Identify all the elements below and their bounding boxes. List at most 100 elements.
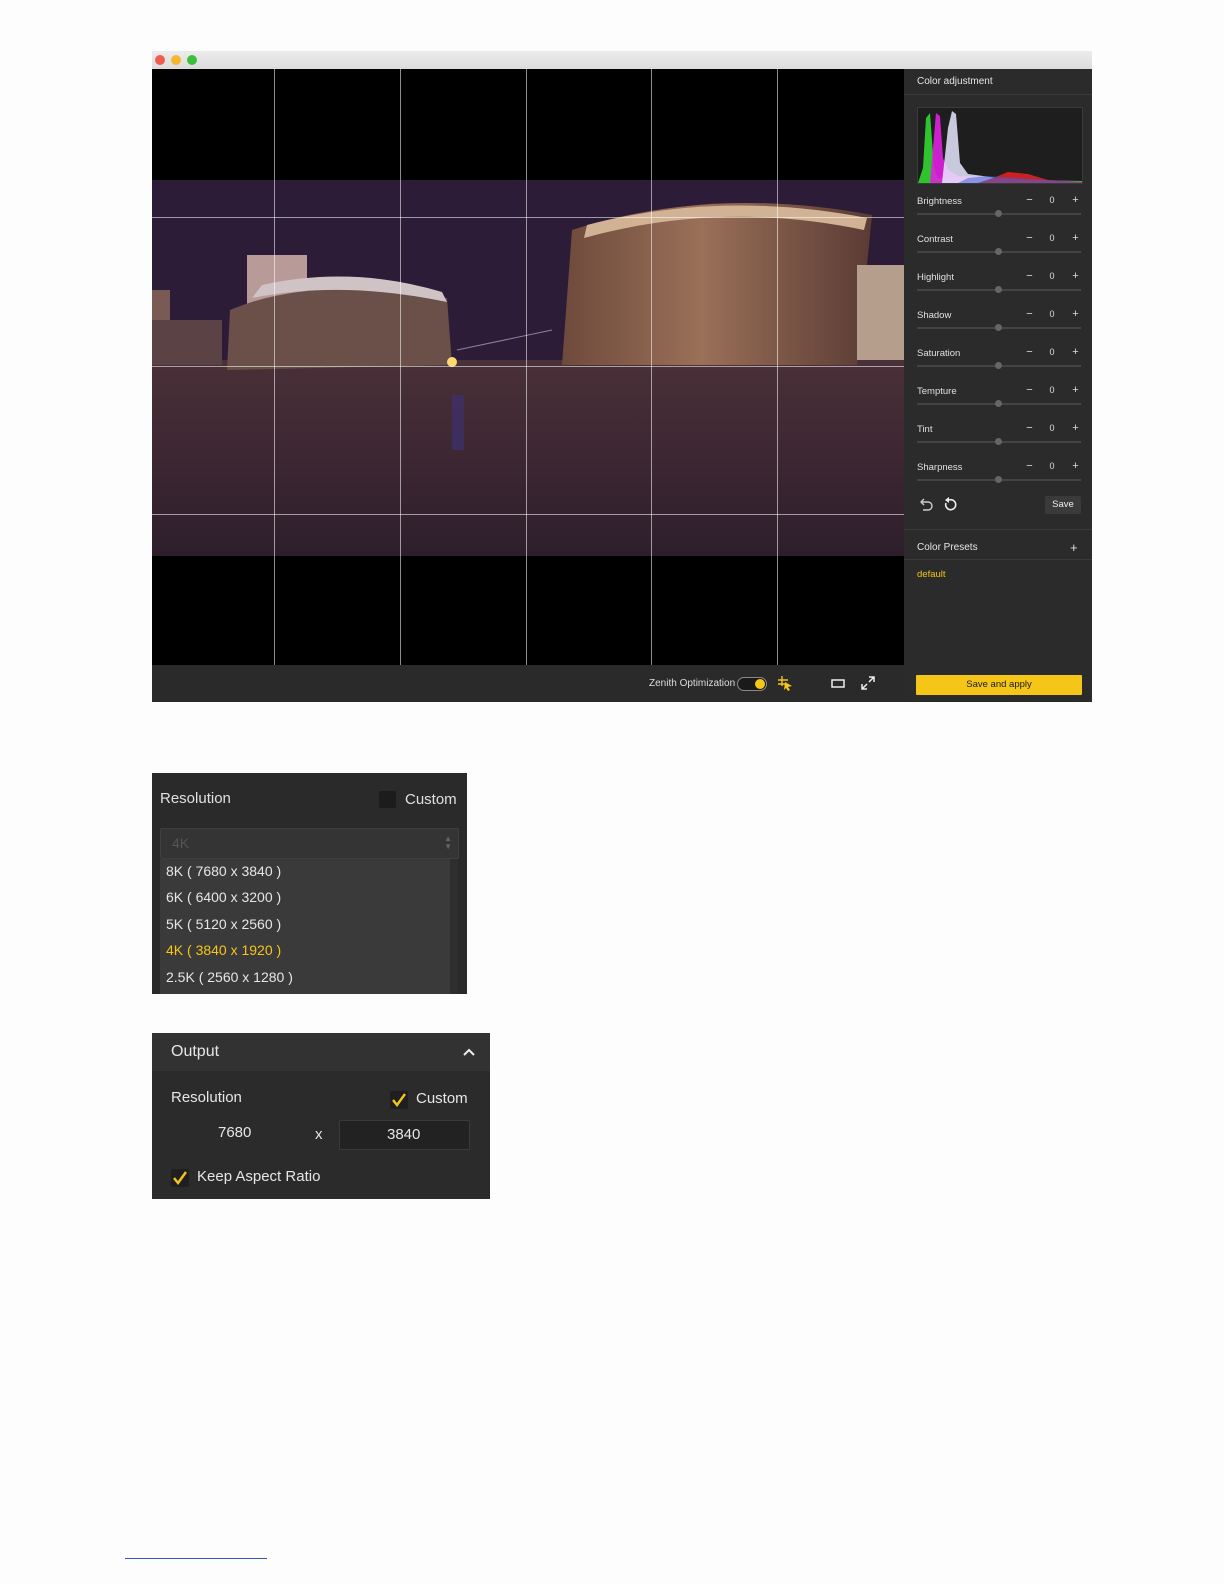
app-window: Zenith Optimization Color adjustment Bri… bbox=[152, 51, 1092, 702]
minus-icon[interactable]: − bbox=[1024, 423, 1035, 434]
zenith-optimization-label: Zenith Optimization bbox=[649, 678, 736, 689]
grid-line bbox=[274, 69, 275, 665]
crosshair-select-icon[interactable] bbox=[775, 673, 795, 693]
adjustment-value[interactable]: 0 bbox=[1042, 423, 1062, 435]
output-height-value: 3840 bbox=[387, 1126, 421, 1143]
adjustment-value[interactable]: 0 bbox=[1042, 195, 1062, 207]
toggle-knob bbox=[755, 679, 765, 689]
adjustment-value[interactable]: 0 bbox=[1042, 347, 1062, 359]
checkmark-icon bbox=[173, 1171, 187, 1185]
plus-icon[interactable]: + bbox=[1070, 271, 1081, 282]
slider-knob[interactable] bbox=[995, 248, 1002, 255]
adjustment-label: Contrast bbox=[917, 234, 953, 245]
output-custom-label: Custom bbox=[416, 1090, 468, 1107]
close-window-button[interactable] bbox=[155, 55, 165, 65]
custom-checkbox[interactable] bbox=[379, 791, 396, 808]
select-value: 4K bbox=[172, 835, 190, 851]
plus-icon[interactable]: + bbox=[1070, 309, 1081, 320]
adjustment-tint: Tint − 0 + bbox=[904, 423, 1092, 462]
output-header[interactable]: Output bbox=[152, 1033, 490, 1071]
zenith-optimization-toggle[interactable] bbox=[737, 677, 767, 691]
dropdown-option[interactable]: 8K ( 7680 x 3840 ) bbox=[166, 863, 281, 879]
resolution-label: Resolution bbox=[160, 790, 231, 807]
checkmark-icon bbox=[392, 1093, 406, 1107]
title-bar bbox=[152, 51, 1092, 69]
save-button[interactable]: Save bbox=[1045, 496, 1081, 514]
output-panel: Output Resolution Custom 7680 x 3840 Kee… bbox=[152, 1033, 490, 1199]
minus-icon[interactable]: − bbox=[1024, 309, 1035, 320]
custom-checkbox-checked[interactable] bbox=[390, 1091, 408, 1109]
save-and-apply-button[interactable]: Save and apply bbox=[916, 675, 1082, 695]
adjustment-label: Tint bbox=[917, 424, 933, 435]
minus-icon[interactable]: − bbox=[1024, 385, 1035, 396]
divider bbox=[904, 559, 1092, 560]
fullscreen-icon[interactable] bbox=[858, 673, 878, 693]
preset-item-default[interactable]: default bbox=[917, 569, 946, 580]
minus-icon[interactable]: − bbox=[1024, 461, 1035, 472]
adjustment-tempture: Tempture − 0 + bbox=[904, 385, 1092, 424]
slider-knob[interactable] bbox=[995, 476, 1002, 483]
plus-icon[interactable]: + bbox=[1070, 233, 1081, 244]
slider-knob[interactable] bbox=[995, 438, 1002, 445]
plus-icon[interactable]: + bbox=[1070, 385, 1081, 396]
panorama-viewer[interactable] bbox=[152, 69, 904, 665]
panorama-scene bbox=[152, 180, 904, 556]
minus-icon[interactable]: − bbox=[1024, 271, 1035, 282]
keep-aspect-ratio-label: Keep Aspect Ratio bbox=[197, 1168, 321, 1185]
dropdown-scrollbar[interactable] bbox=[450, 859, 458, 994]
slider-knob[interactable] bbox=[995, 324, 1002, 331]
output-height-input[interactable]: 3840 bbox=[339, 1120, 470, 1150]
adjustment-sharpness: Sharpness − 0 + bbox=[904, 461, 1092, 500]
footnote-rule bbox=[125, 1558, 267, 1559]
dropdown-option-selected[interactable]: 4K ( 3840 x 1920 ) bbox=[166, 942, 281, 958]
viewer-toolbar: Zenith Optimization bbox=[152, 665, 904, 702]
dropdown-option[interactable]: 5K ( 5120 x 2560 ) bbox=[166, 916, 281, 932]
add-preset-icon[interactable]: + bbox=[1070, 540, 1078, 555]
dropdown-option[interactable]: 2.5K ( 2560 x 1280 ) bbox=[166, 969, 293, 985]
adjustment-value[interactable]: 0 bbox=[1042, 385, 1062, 397]
output-width-value[interactable]: 7680 bbox=[218, 1124, 251, 1141]
zoom-window-button[interactable] bbox=[187, 55, 197, 65]
slider-knob[interactable] bbox=[995, 210, 1002, 217]
adjustment-label: Saturation bbox=[917, 348, 961, 359]
adjustment-highlight: Highlight − 0 + bbox=[904, 271, 1092, 310]
adjustment-value[interactable]: 0 bbox=[1042, 233, 1062, 245]
grid-line bbox=[400, 69, 401, 665]
chevron-up-icon[interactable] bbox=[461, 1044, 477, 1060]
adjustment-value[interactable]: 0 bbox=[1042, 271, 1062, 283]
divider bbox=[904, 94, 1092, 95]
panorama-image bbox=[152, 180, 904, 556]
adjustment-label: Sharpness bbox=[917, 462, 963, 473]
grid-line bbox=[152, 217, 904, 218]
output-title: Output bbox=[171, 1043, 220, 1060]
adjustment-label: Tempture bbox=[917, 386, 957, 397]
undo-icon[interactable] bbox=[918, 497, 934, 513]
adjustment-saturation: Saturation − 0 + bbox=[904, 347, 1092, 386]
select-arrows-icon: ▲ ▼ bbox=[444, 834, 452, 851]
resolution-select[interactable]: 4K ▲ ▼ bbox=[160, 828, 459, 859]
dropdown-option[interactable]: 6K ( 6400 x 3200 ) bbox=[166, 889, 281, 905]
adjustment-shadow: Shadow − 0 + bbox=[904, 309, 1092, 348]
minus-icon[interactable]: − bbox=[1024, 233, 1035, 244]
plus-icon[interactable]: + bbox=[1070, 461, 1081, 472]
reset-icon[interactable] bbox=[942, 497, 958, 513]
panel-title: Color adjustment bbox=[917, 76, 993, 87]
plus-icon[interactable]: + bbox=[1070, 423, 1081, 434]
minus-icon[interactable]: − bbox=[1024, 347, 1035, 358]
adjustment-value[interactable]: 0 bbox=[1042, 461, 1062, 473]
color-presets-title: Color Presets bbox=[917, 542, 978, 553]
slider-knob[interactable] bbox=[995, 286, 1002, 293]
resolution-panel: Resolution Custom 4K ▲ ▼ 8K ( 7680 x 3840… bbox=[152, 773, 467, 994]
divider bbox=[904, 529, 1092, 530]
plus-icon[interactable]: + bbox=[1070, 347, 1081, 358]
aspect-rect-icon[interactable] bbox=[828, 673, 848, 693]
minus-icon[interactable]: − bbox=[1024, 195, 1035, 206]
plus-icon[interactable]: + bbox=[1070, 195, 1081, 206]
minimize-window-button[interactable] bbox=[171, 55, 181, 65]
histogram bbox=[917, 107, 1083, 184]
slider-knob[interactable] bbox=[995, 362, 1002, 369]
adjustment-value[interactable]: 0 bbox=[1042, 309, 1062, 321]
slider-knob[interactable] bbox=[995, 400, 1002, 407]
adjustment-label: Shadow bbox=[917, 310, 952, 321]
keep-aspect-checkbox[interactable] bbox=[171, 1169, 189, 1187]
